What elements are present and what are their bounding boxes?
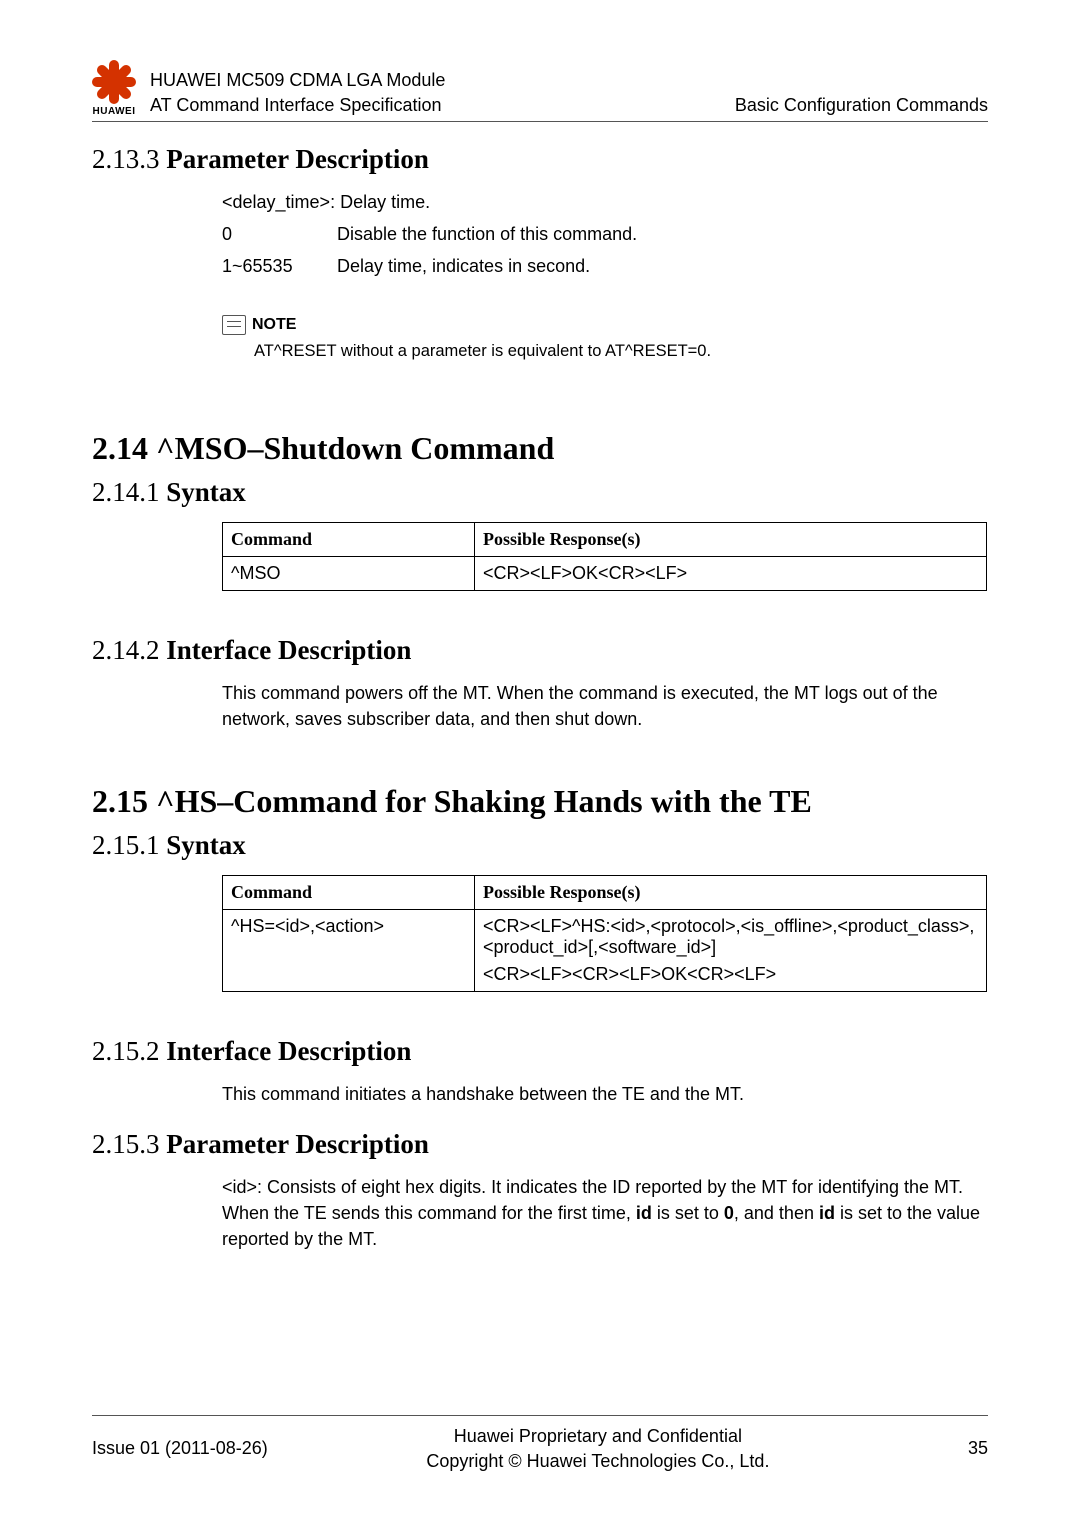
heading-2-14-2: 2.14.2 Interface Description [92,635,988,666]
param-val: Delay time, indicates in second. [337,253,590,279]
th-command: Command [223,875,475,909]
syntax-table-mso: Command Possible Response(s) ^MSO <CR><L… [222,522,987,591]
footer-confidential: Huawei Proprietary and Confidential [268,1424,928,1448]
heading-2-14: 2.14 ^MSO–Shutdown Command [92,430,988,467]
heading-text: Interface Description [166,635,411,665]
note-label: NOTE [252,313,296,336]
td-response: <CR><LF>^HS:<id>,<protocol>,<is_offline>… [475,909,987,991]
resp-line-2: <CR><LF><CR><LF>OK<CR><LF> [483,964,978,985]
th-response: Possible Response(s) [475,875,987,909]
id-bold-3: id [819,1203,835,1223]
heading-num: 2.15.3 [92,1129,160,1159]
heading-text: Syntax [166,830,246,860]
heading-2-13-3: 2.13.3 Parameter Description [92,144,988,175]
id-bold-1: id [636,1203,652,1223]
footer-center: Huawei Proprietary and Confidential Copy… [268,1424,928,1473]
header-chapter: Basic Configuration Commands [735,95,988,117]
note-text: AT^RESET without a parameter is equivale… [254,340,988,364]
param-row-0: 0 Disable the function of this command. [222,221,988,247]
section-2-13-3-body: <delay_time>: Delay time. 0 Disable the … [222,189,988,364]
td-command: ^HS=<id>,<action> [223,909,475,991]
huawei-logo-icon [92,60,136,104]
footer-issue: Issue 01 (2011-08-26) [92,1438,268,1459]
th-response: Possible Response(s) [475,523,987,557]
id-desc-mid2: , and then [734,1203,819,1223]
doc-title-line1: HUAWEI MC509 CDMA LGA Module [150,68,735,92]
heading-num: 2.14.2 [92,635,160,665]
note-header: NOTE [222,313,988,336]
heading-2-15-1: 2.15.1 Syntax [92,830,988,861]
id-bold-2: 0 [724,1203,734,1223]
heading-text: Syntax [166,477,246,507]
page: HUAWEI HUAWEI MC509 CDMA LGA Module AT C… [0,0,1080,1527]
table-row: Command Possible Response(s) [223,523,987,557]
huawei-logo-text: HUAWEI [93,106,136,117]
header-titles: HUAWEI MC509 CDMA LGA Module AT Command … [150,68,735,117]
huawei-logo: HUAWEI [92,60,136,117]
heading-num: 2.15.2 [92,1036,160,1066]
td-command: ^MSO [223,557,475,591]
page-footer: Issue 01 (2011-08-26) Huawei Proprietary… [92,1415,988,1473]
param-key: 1~65535 [222,253,337,279]
heading-text: Parameter Description [166,1129,429,1159]
doc-title-line2: AT Command Interface Specification [150,93,735,117]
section-2-15-3-body: <id>: Consists of eight hex digits. It i… [222,1174,988,1252]
th-command: Command [223,523,475,557]
heading-num: 2.13.3 [92,144,160,174]
note-icon [222,315,246,335]
id-desc-mid1: is set to [652,1203,724,1223]
td-response: <CR><LF>OK<CR><LF> [475,557,987,591]
delay-time-line: <delay_time>: Delay time. [222,189,988,215]
footer-copyright: Copyright © Huawei Technologies Co., Ltd… [268,1449,928,1473]
section-2-14-2-body: This command powers off the MT. When the… [222,680,988,732]
table-row: Command Possible Response(s) [223,875,987,909]
heading-2-15: 2.15 ^HS–Command for Shaking Hands with … [92,783,988,820]
page-header: HUAWEI HUAWEI MC509 CDMA LGA Module AT C… [92,60,988,122]
param-row-1: 1~65535 Delay time, indicates in second. [222,253,988,279]
heading-num: 2.14.1 [92,477,160,507]
section-2-15-2-body: This command initiates a handshake betwe… [222,1081,988,1107]
heading-2-14-1: 2.14.1 Syntax [92,477,988,508]
resp-line-1: <CR><LF>^HS:<id>,<protocol>,<is_offline>… [483,916,978,958]
syntax-table-hs: Command Possible Response(s) ^HS=<id>,<a… [222,875,987,992]
footer-page-number: 35 [928,1438,988,1459]
table-row: ^MSO <CR><LF>OK<CR><LF> [223,557,987,591]
heading-2-15-3: 2.15.3 Parameter Description [92,1129,988,1160]
heading-num: 2.15.1 [92,830,160,860]
heading-text: Interface Description [166,1036,411,1066]
heading-2-15-2: 2.15.2 Interface Description [92,1036,988,1067]
param-key: 0 [222,221,337,247]
param-val: Disable the function of this command. [337,221,637,247]
table-row: ^HS=<id>,<action> <CR><LF>^HS:<id>,<prot… [223,909,987,991]
heading-text: Parameter Description [166,144,429,174]
